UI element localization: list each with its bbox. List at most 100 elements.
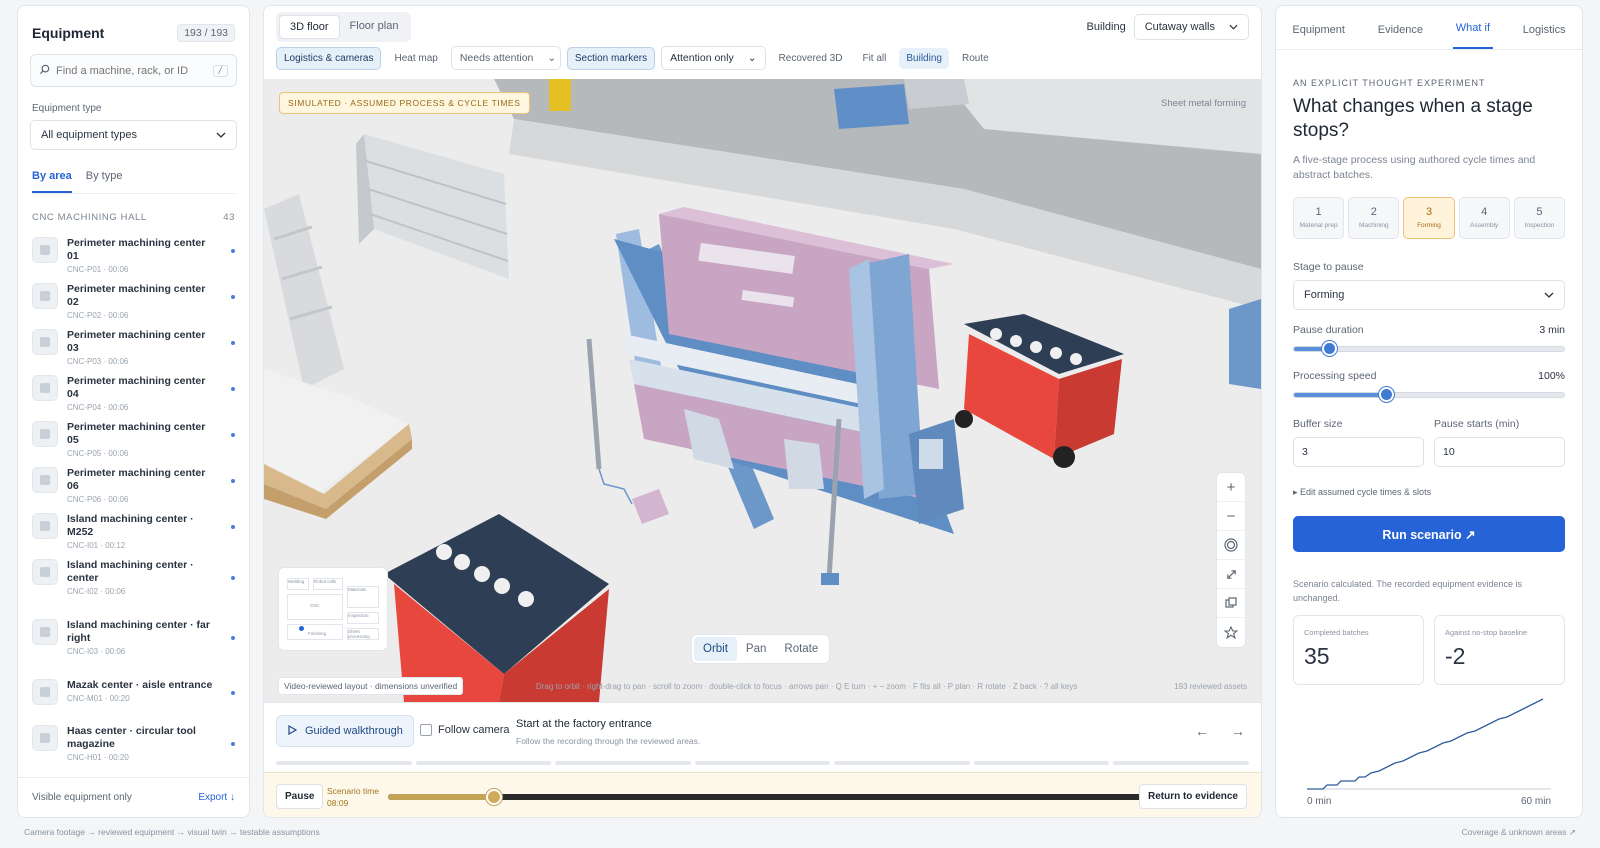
list-item[interactable]: Island machining center · far right CNC-I… xyxy=(18,619,249,679)
processing-speed-slider[interactable] xyxy=(1293,387,1565,402)
slider-handle[interactable] xyxy=(1322,341,1338,356)
baseline-delta-card: Against no-stop baseline -2 xyxy=(1434,615,1565,685)
tab-by-type[interactable]: By type xyxy=(86,170,123,193)
building-select[interactable]: Cutaway walls xyxy=(1133,14,1249,40)
stage-2[interactable]: 2 Machining xyxy=(1348,197,1400,239)
pause-duration-slider[interactable] xyxy=(1293,341,1565,356)
minimap-zone: Robot cells xyxy=(313,578,343,590)
equipment-id: CNC-M01 · 00:20 xyxy=(67,694,130,703)
camera-mode-switch: Orbit Pan Rotate xyxy=(691,634,831,664)
mode-pan[interactable]: Pan xyxy=(737,637,775,661)
section-markers-toggle[interactable]: Section markers xyxy=(566,46,656,70)
stage-number: 4 xyxy=(1481,206,1488,218)
equipment-name: Perimeter machining center 02 xyxy=(67,283,206,308)
building-toggle[interactable]: Building xyxy=(899,47,949,69)
tab-evidence[interactable]: Evidence xyxy=(1375,24,1426,49)
compass-icon[interactable] xyxy=(1217,531,1245,560)
group-header[interactable]: CNC MACHINING HALL 43 xyxy=(18,212,249,223)
equipment-name: Perimeter machining center 06 xyxy=(67,467,206,492)
return-to-evidence-button[interactable]: Return to evidence xyxy=(1138,784,1247,809)
mode-rotate[interactable]: Rotate xyxy=(775,637,827,661)
scenario-status: Scenario calculated. The recorded equipm… xyxy=(1293,579,1522,603)
factory-3d-scene[interactable] xyxy=(264,79,1261,702)
plus-icon[interactable]: + xyxy=(1217,473,1245,502)
yellow-column xyxy=(549,79,571,111)
equipment-name: Island machining center · center xyxy=(67,559,194,584)
minimap-zone: Finishing xyxy=(287,624,343,640)
group-count: 43 xyxy=(223,212,235,223)
tab-by-area[interactable]: By area xyxy=(32,170,72,193)
list-item[interactable]: Perimeter machining center 01 CNC-P01 · 0… xyxy=(18,237,249,283)
minus-icon[interactable]: − xyxy=(1217,502,1245,531)
coverage-link[interactable]: Coverage & unknown areas ↗ xyxy=(1462,827,1576,838)
guided-walkthrough-button[interactable]: Guided walkthrough xyxy=(276,715,414,747)
walkthrough-step-subtitle: Follow the recording through the reviewe… xyxy=(516,736,701,746)
minimap-zone: Sheet processing xyxy=(347,628,379,640)
list-item[interactable]: Perimeter machining center 05 CNC-P05 · 0… xyxy=(18,421,249,467)
minimap-zone: Inspection xyxy=(347,612,379,624)
tab-what-if[interactable]: What if xyxy=(1452,22,1493,49)
heatmap-toggle[interactable]: Heat map xyxy=(387,48,444,69)
chevron-down-icon xyxy=(1544,289,1554,301)
stage-4[interactable]: 4 Assembly xyxy=(1458,197,1510,239)
route-toggle[interactable]: Route xyxy=(955,48,996,69)
tab-floor-plan[interactable]: Floor plan xyxy=(340,15,409,39)
pause-button[interactable]: Pause xyxy=(276,784,324,809)
list-item[interactable]: Perimeter machining center 04 CNC-P04 · 0… xyxy=(18,375,249,421)
stage-1[interactable]: 1 Material prep xyxy=(1293,197,1345,239)
equipment-id: CNC-I01 · 00:12 xyxy=(67,541,126,550)
list-item[interactable]: Island machining center · center CNC-I02 … xyxy=(18,559,249,619)
slider-handle[interactable] xyxy=(1378,387,1394,402)
list-item[interactable]: Mazak center · aisle entrance CNC-M01 · 0… xyxy=(18,679,249,725)
minimap[interactable]: Welding Robot cells Materials CNC Inspec… xyxy=(278,567,388,651)
throughput-chart: 0 min 60 min xyxy=(1293,689,1567,811)
stage-to-pause-select[interactable]: Forming xyxy=(1293,280,1565,310)
run-scenario-button[interactable]: Run scenario ↗ xyxy=(1293,516,1565,552)
equipment-thumbnail xyxy=(32,559,58,585)
recovered-3d-toggle[interactable]: Recovered 3D xyxy=(772,48,850,69)
star-icon[interactable] xyxy=(1217,618,1245,647)
list-item[interactable]: Haas center · circular tool magazine CNC-… xyxy=(18,725,249,785)
tab-equipment[interactable]: Equipment xyxy=(1289,24,1348,49)
expand-icon[interactable] xyxy=(1217,560,1245,589)
logistics-cameras-toggle[interactable]: Logistics & cameras xyxy=(276,46,382,70)
stage-name: Inspection xyxy=(1524,222,1555,229)
tab-3d-floor[interactable]: 3D floor xyxy=(279,15,340,39)
stage-5[interactable]: 5 Inspection xyxy=(1513,197,1566,239)
checkbox[interactable] xyxy=(420,724,432,736)
tab-logistics[interactable]: Logistics xyxy=(1520,24,1569,49)
equipment-type-value: All equipment types xyxy=(41,129,137,141)
visible-only-toggle[interactable]: Visible equipment only xyxy=(32,792,132,803)
list-item[interactable]: Island machining center · M252 CNC-I01 · … xyxy=(18,513,249,559)
arrow-right-icon[interactable]: → xyxy=(1231,723,1245,739)
3d-viewport[interactable]: SIMULATED · ASSUMED PROCESS & CYCLE TIME… xyxy=(264,79,1261,702)
equipment-type-select[interactable]: All equipment types xyxy=(30,120,237,150)
arrow-left-icon[interactable]: ← xyxy=(1195,723,1209,739)
mode-orbit[interactable]: Orbit xyxy=(694,637,737,661)
stage-3[interactable]: 3 Forming xyxy=(1403,197,1455,239)
search-input[interactable] xyxy=(56,64,207,77)
pause-starts-input[interactable]: 10 xyxy=(1434,437,1565,467)
list-item[interactable]: Perimeter machining center 03 CNC-P03 · 0… xyxy=(18,329,249,375)
scrubber-handle[interactable] xyxy=(485,789,502,805)
attention-only-select[interactable]: Attention only ⌄ xyxy=(661,46,766,70)
processing-speed-label: Processing speed xyxy=(1293,370,1377,382)
edit-cycle-times-link[interactable]: ▸ Edit assumed cycle times & slots xyxy=(1293,487,1565,498)
list-item[interactable]: Perimeter machining center 06 CNC-P06 · 0… xyxy=(18,467,249,513)
fit-all-button[interactable]: Fit all xyxy=(855,48,893,69)
equipment-thumbnail xyxy=(32,619,58,645)
minimap-zone: CNC xyxy=(287,594,343,620)
scenario-scrubber[interactable] xyxy=(388,789,1143,805)
status-dot xyxy=(231,636,235,640)
equipment-id: CNC-I03 · 00:06 xyxy=(67,647,126,656)
follow-camera-checkbox[interactable]: Follow camera xyxy=(420,724,510,736)
equipment-name: Perimeter machining center 04 xyxy=(67,375,206,400)
export-button[interactable]: Export ↓ xyxy=(198,792,235,803)
chevron-down-icon xyxy=(1229,21,1238,33)
needs-attention-select[interactable]: Needs attention ⌄ xyxy=(450,46,561,70)
buffer-size-input[interactable]: 3 xyxy=(1293,437,1424,467)
equipment-thumbnail xyxy=(32,329,58,355)
list-item[interactable]: Perimeter machining center 02 CNC-P02 · 0… xyxy=(18,283,249,329)
layers-icon[interactable] xyxy=(1217,589,1245,618)
search-box[interactable]: / xyxy=(30,54,237,87)
